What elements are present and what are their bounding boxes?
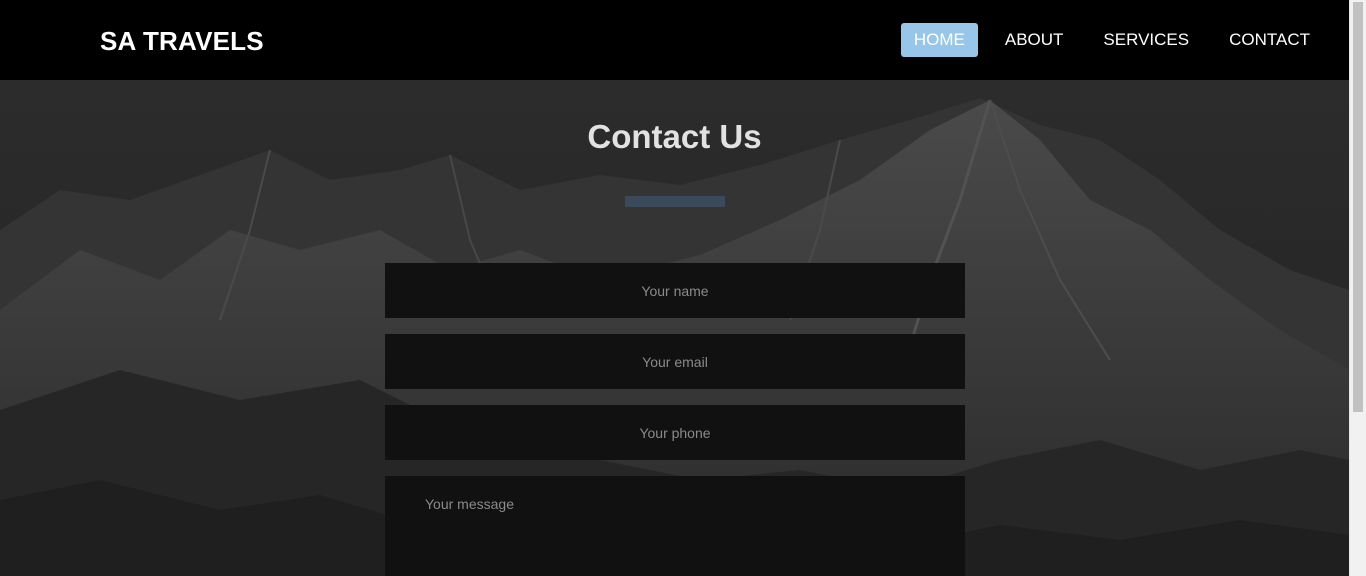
navbar: SA TRAVELS HOME ABOUT SERVICES CONTACT bbox=[0, 0, 1349, 80]
email-input[interactable] bbox=[385, 334, 965, 389]
nav-contact-link[interactable]: CONTACT bbox=[1216, 23, 1323, 57]
scrollbar-thumb[interactable] bbox=[1353, 2, 1363, 412]
nav-services-link[interactable]: SERVICES bbox=[1090, 23, 1202, 57]
contact-section: Contact Us bbox=[0, 80, 1349, 576]
nav-about-link[interactable]: ABOUT bbox=[992, 23, 1077, 57]
main-nav: HOME ABOUT SERVICES CONTACT bbox=[887, 23, 1323, 57]
name-input[interactable] bbox=[385, 263, 965, 318]
brand-logo[interactable]: SA TRAVELS bbox=[100, 26, 264, 57]
phone-input[interactable] bbox=[385, 405, 965, 460]
vertical-scrollbar[interactable] bbox=[1349, 0, 1366, 576]
page-title: Contact Us bbox=[587, 118, 762, 155]
title-underline bbox=[625, 196, 725, 207]
message-textarea[interactable] bbox=[385, 476, 965, 576]
nav-home-link[interactable]: HOME bbox=[900, 23, 978, 57]
